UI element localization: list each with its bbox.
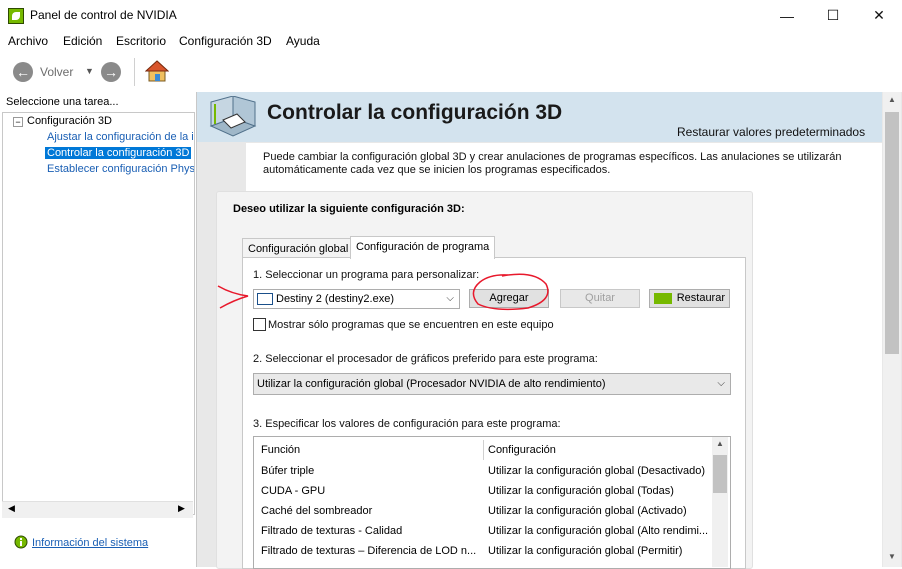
show-only-label: Mostrar sólo programas que se encuentren… <box>268 319 554 331</box>
tab-configuracion-programa[interactable]: Configuración de programa <box>350 236 496 259</box>
page-title: Controlar la configuración 3D <box>267 101 563 124</box>
toolbar-divider <box>134 58 135 86</box>
tree-root-configuracion-3d[interactable]: Configuración 3D <box>27 115 112 127</box>
settings-group-title: Deseo utilizar la siguiente configuració… <box>233 203 465 215</box>
gpu-select-value: Utilizar la configuración global (Proces… <box>257 378 606 390</box>
row-setting: Utilizar la configuración global (Todas) <box>488 485 674 497</box>
tree-collapse-icon[interactable]: − <box>13 117 23 127</box>
task-label: Seleccione una tarea... <box>6 96 119 108</box>
restore-program-button[interactable]: Restaurar <box>649 289 730 308</box>
task-tree[interactable]: − Configuración 3D Ajustar la configurac… <box>2 112 195 515</box>
tab-configuracion-global[interactable]: Configuración global <box>242 238 355 259</box>
grid-header-divider <box>483 440 484 460</box>
system-info-icon <box>14 535 28 549</box>
row-function: Filtrado de texturas - Calidad <box>261 525 403 537</box>
main-scroll-thumb[interactable] <box>885 112 899 354</box>
table-row[interactable]: Filtrado de texturas - Calidad Utilizar … <box>254 521 714 541</box>
maximize-button[interactable]: ☐ <box>810 0 856 31</box>
step2-label: 2. Seleccionar el procesador de gráficos… <box>253 353 598 365</box>
red-circle-annotation <box>472 273 549 311</box>
table-row[interactable]: Caché del sombreador Utilizar la configu… <box>254 501 714 521</box>
home-icon[interactable] <box>145 60 169 82</box>
row-setting: Utilizar la configuración global (Activa… <box>488 505 687 517</box>
left-panel: Seleccione una tarea... − Configuración … <box>0 92 197 567</box>
menu-edicion[interactable]: Edición <box>63 34 102 48</box>
system-info-link[interactable]: Información del sistema <box>32 537 148 549</box>
row-function: Búfer triple <box>261 465 315 477</box>
row-setting: Utilizar la configuración global (Desact… <box>488 465 706 477</box>
show-only-checkbox[interactable] <box>253 318 266 331</box>
grid-header-setting[interactable]: Configuración <box>488 440 556 460</box>
toolbar: ← Volver ▼ → <box>0 52 902 93</box>
row-setting: Utilizar la configuración global (Alto r… <box>488 525 709 537</box>
menu-ayuda[interactable]: Ayuda <box>286 34 320 48</box>
table-row[interactable]: Filtrado de texturas – Diferencia de LOD… <box>254 541 714 561</box>
grid-scroll-thumb[interactable] <box>713 455 727 493</box>
3d-settings-icon <box>209 96 257 137</box>
nvidia-restore-icon <box>654 293 672 304</box>
chevron-down-icon: ⌵ <box>446 293 454 304</box>
grid-header-function[interactable]: Función <box>261 440 300 460</box>
restore-program-label: Restaurar <box>676 292 725 304</box>
main-vertical-scrollbar[interactable]: ▲ ▼ <box>883 92 901 567</box>
menu-configuracion-3d[interactable]: Configuración 3D <box>179 34 272 48</box>
row-function: Caché del sombreador <box>261 505 373 517</box>
back-button-label[interactable]: Volver <box>40 65 73 79</box>
chevron-down-icon: ⌵ <box>717 378 725 389</box>
table-row[interactable]: Búfer triple Utilizar la configuración g… <box>254 461 714 481</box>
row-function: CUDA - GPU <box>261 485 326 497</box>
menu-escritorio[interactable]: Escritorio <box>116 34 166 48</box>
forward-arrow-icon[interactable]: → <box>101 62 121 82</box>
gpu-select[interactable]: Utilizar la configuración global (Proces… <box>253 373 731 395</box>
row-function: Filtrado de texturas – Diferencia de LOD… <box>261 545 477 557</box>
close-button[interactable]: ✕ <box>856 0 902 31</box>
page-description: Puede cambiar la configuración global 3D… <box>263 151 842 176</box>
nvidia-logo-icon <box>8 8 24 24</box>
step3-label: 3. Especificar los valores de configurac… <box>253 418 561 430</box>
program-window-icon <box>257 293 273 305</box>
row-setting: Utilizar la configuración global (Permit… <box>488 545 683 557</box>
settings-grid[interactable]: Función Configuración Búfer triple Utili… <box>253 436 731 569</box>
menu-bar: Archivo Edición Escritorio Configuración… <box>0 31 902 51</box>
grid-header: Función Configuración <box>254 440 714 460</box>
sidebar-item-controlar-3d[interactable]: Controlar la configuración 3D <box>45 147 192 159</box>
scroll-right-icon[interactable]: ▶ <box>178 503 185 514</box>
menu-archivo[interactable]: Archivo <box>8 34 48 48</box>
sidebar-item-physx[interactable]: Establecer configuración Phys <box>47 163 194 175</box>
restore-defaults-link[interactable]: Restaurar valores predeterminados <box>677 125 865 139</box>
scroll-up-icon[interactable]: ▲ <box>888 95 896 104</box>
table-row[interactable]: CUDA - GPU Utilizar la configuración glo… <box>254 481 714 501</box>
red-arrow-annotation <box>217 285 249 309</box>
step1-label: 1. Seleccionar un programa para personal… <box>253 269 480 281</box>
grid-vertical-scrollbar[interactable]: ▲ <box>712 437 728 567</box>
scroll-up-icon[interactable]: ▲ <box>716 439 724 448</box>
scroll-left-icon[interactable]: ◀ <box>8 503 15 514</box>
back-arrow-icon[interactable]: ← <box>13 62 33 82</box>
sidebar-item-ajustar-imagen[interactable]: Ajustar la configuración de la i <box>47 131 194 143</box>
program-select-value: Destiny 2 (destiny2.exe) <box>276 293 394 305</box>
tree-horizontal-scrollbar[interactable]: ◀ ▶ <box>2 501 193 518</box>
remove-program-button[interactable]: Quitar <box>560 289 640 308</box>
scroll-down-icon[interactable]: ▼ <box>888 552 896 561</box>
minimize-button[interactable]: — <box>764 0 810 31</box>
program-select[interactable]: Destiny 2 (destiny2.exe) ⌵ <box>253 289 460 309</box>
back-dropdown-icon[interactable]: ▼ <box>85 66 94 76</box>
window-title: Panel de control de NVIDIA <box>30 8 177 22</box>
